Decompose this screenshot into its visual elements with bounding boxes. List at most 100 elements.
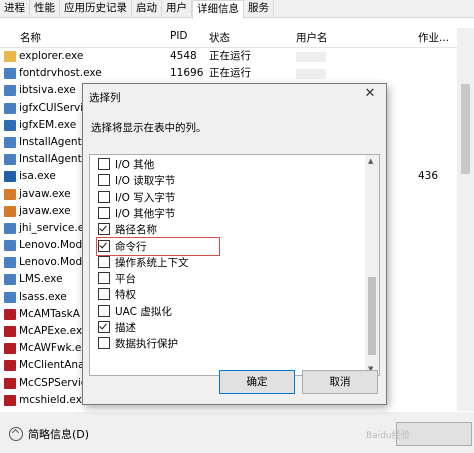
process-name: explorer.exe: [19, 50, 84, 62]
process-icon: [4, 171, 16, 183]
process-icon: [4, 308, 16, 320]
checkbox[interactable]: [98, 272, 110, 285]
column-option[interactable]: UAC 虚拟化: [98, 304, 172, 320]
column-header: 名称 PID 状态 用户名 作业...: [0, 27, 474, 48]
column-option-label: 命令行: [115, 240, 147, 253]
column-option-label: 特权: [115, 289, 136, 302]
process-name: Lenovo.Mod: [19, 256, 83, 269]
column-option[interactable]: I/O 其他字节: [98, 206, 175, 222]
process-icon: [4, 136, 16, 148]
process-name: ibtsiva.exe: [19, 84, 76, 97]
column-option[interactable]: 描述: [98, 320, 136, 336]
collapse-icon[interactable]: [9, 427, 23, 441]
column-option-label: 路径名称: [115, 224, 157, 237]
process-icon: [4, 240, 16, 252]
process-icon: [4, 343, 16, 355]
close-icon[interactable]: ✕: [358, 84, 382, 104]
process-name: javaw.exe: [19, 204, 71, 217]
list-scrollbar[interactable]: ▲ ▼: [365, 155, 379, 375]
dialog-title: 选择列: [89, 92, 121, 104]
process-name: igfxEM.exe: [19, 118, 77, 131]
list-scrollbar-thumb[interactable]: [368, 277, 376, 355]
watermark: Baidu经验: [366, 431, 410, 441]
column-option[interactable]: I/O 其他: [98, 157, 154, 173]
checkbox[interactable]: [98, 321, 110, 333]
process-icon: [4, 68, 16, 80]
column-pid[interactable]: PID: [170, 30, 188, 42]
process-icon: [4, 154, 16, 166]
ok-button[interactable]: 确定: [219, 370, 295, 394]
column-option[interactable]: 平台: [98, 271, 136, 287]
column-name[interactable]: 名称: [20, 30, 41, 45]
checkbox[interactable]: [98, 255, 110, 268]
tab-1[interactable]: 性能: [30, 0, 60, 16]
column-option[interactable]: 数据执行保护: [98, 336, 178, 352]
process-pid: 11696: [170, 67, 204, 80]
checkbox[interactable]: [98, 158, 110, 170]
process-name: McClientAna: [19, 359, 85, 372]
user-redacted: [296, 52, 326, 62]
checkbox[interactable]: [98, 206, 110, 219]
checkbox[interactable]: [98, 337, 110, 350]
process-name: fontdrvhost.exe: [19, 67, 102, 80]
column-option-label: I/O 写入字节: [115, 191, 176, 204]
process-name: InstallAgent: [19, 153, 82, 166]
checkbox[interactable]: [98, 288, 110, 301]
process-pid: 4548: [170, 50, 197, 62]
main-scrollbar[interactable]: [457, 28, 474, 411]
tab-2[interactable]: 应用历史记录: [60, 0, 132, 16]
process-name: jhi_service.ex: [19, 221, 91, 234]
process-name: McAPExe.exe: [19, 325, 89, 337]
tab-6[interactable]: 服务: [244, 0, 274, 16]
dialog-description: 选择将显示在表中的列。: [91, 122, 207, 134]
column-option[interactable]: 特权: [98, 287, 136, 303]
process-name: McCSPServic: [19, 376, 87, 389]
tab-bar: 进程 性能 应用历史记录 启动 用户 详细信息 服务: [0, 0, 474, 19]
process-icon: [4, 85, 16, 97]
less-details-link[interactable]: 简略信息(D): [28, 426, 89, 442]
process-name: McAMTaskA: [19, 307, 80, 320]
process-icon: [4, 291, 16, 303]
process-icon: [4, 360, 16, 372]
column-listbox[interactable]: ▲ ▼ I/O 其他 I/O 读取字节 I/O 写入字节 I/O 其他字节 路径名称命令…: [89, 154, 380, 376]
main-scrollbar-thumb[interactable]: [461, 84, 470, 174]
table-row[interactable]: fontdrvhost.exe 11696 正在运行: [0, 65, 474, 82]
process-name: McAWFwk.ex: [19, 342, 88, 355]
process-icon: [4, 51, 16, 62]
process-icon: [4, 274, 16, 286]
cancel-button[interactable]: 取消: [302, 370, 378, 394]
process-icon: [4, 394, 16, 406]
column-option[interactable]: I/O 读取字节: [98, 173, 175, 189]
checkbox[interactable]: [98, 174, 110, 187]
column-option[interactable]: I/O 写入字节: [98, 190, 175, 206]
column-extra[interactable]: 作业...: [418, 30, 449, 45]
column-option[interactable]: 操作系统上下文: [98, 255, 189, 271]
column-status[interactable]: 状态: [209, 30, 230, 45]
checkbox[interactable]: [98, 190, 110, 203]
tab-4[interactable]: 用户: [162, 0, 192, 16]
tab-5[interactable]: 详细信息: [192, 0, 244, 19]
column-option-label: 数据执行保护: [115, 338, 178, 351]
checkbox[interactable]: [98, 239, 110, 252]
tab-0[interactable]: 进程: [0, 0, 30, 16]
column-option-label: 平台: [115, 273, 136, 286]
column-option-label: I/O 读取字节: [115, 175, 176, 188]
column-user[interactable]: 用户名: [296, 30, 328, 45]
column-option[interactable]: 命令行: [98, 239, 147, 255]
scroll-up-icon[interactable]: ▲: [368, 157, 373, 165]
checkbox[interactable]: [98, 304, 110, 317]
column-option-label: 描述: [115, 322, 136, 334]
process-icon: [4, 102, 16, 114]
column-option[interactable]: 路径名称: [98, 222, 157, 238]
process-name: Lenovo.Mod: [19, 239, 83, 252]
column-option-label: I/O 其他字节: [115, 207, 176, 220]
process-icon: [4, 188, 16, 200]
process-status: 正在运行: [209, 50, 251, 62]
checkbox[interactable]: [98, 223, 110, 236]
process-extra: 436: [418, 170, 439, 183]
column-option-label: UAC 虚拟化: [115, 305, 172, 318]
tab-3[interactable]: 启动: [132, 0, 162, 16]
process-name: LMS.exe: [19, 273, 63, 286]
table-row[interactable]: explorer.exe 4548 正在运行: [0, 48, 474, 65]
process-name: mcshield.exe: [19, 393, 89, 406]
